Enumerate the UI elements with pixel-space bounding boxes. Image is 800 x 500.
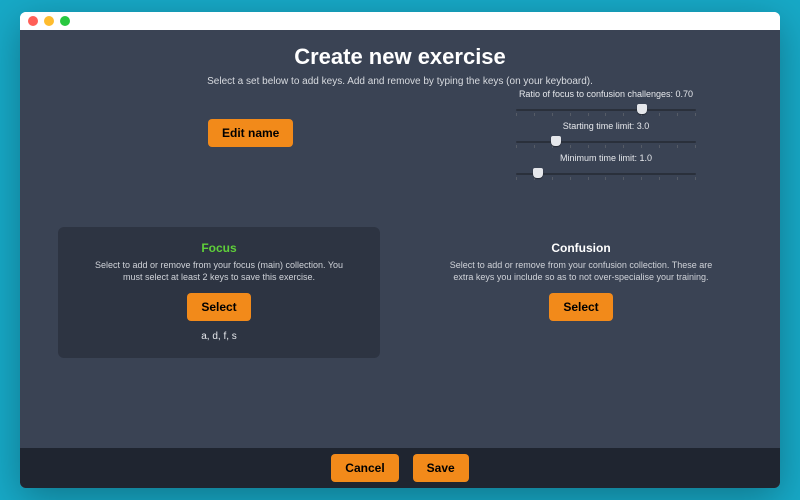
edit-name-button[interactable]: Edit name [208,119,293,147]
top-controls: Edit name Ratio of focus to confusion ch… [20,87,780,217]
content-area: Create new exercise Select a set below t… [20,30,780,488]
start-time-slider[interactable] [516,135,696,149]
focus-description: Select to add or remove from your focus … [84,259,354,283]
confusion-description: Select to add or remove from your confus… [446,259,716,283]
fullscreen-icon[interactable] [60,16,70,26]
start-time-slider-label: Starting time limit: 3.0 [563,121,650,131]
footer-bar: Cancel Save [20,448,780,488]
cancel-button[interactable]: Cancel [331,454,398,482]
save-button[interactable]: Save [413,454,469,482]
focus-title: Focus [201,241,236,255]
focus-card: Focus Select to add or remove from your … [58,227,380,358]
confusion-select-button[interactable]: Select [549,293,612,321]
page-subtitle: Select a set below to add keys. Add and … [20,76,780,87]
min-time-slider[interactable] [516,167,696,181]
app-window: Create new exercise Select a set below t… [20,12,780,488]
ratio-slider-thumb[interactable] [637,104,647,114]
confusion-card: Confusion Select to add or remove from y… [420,227,742,358]
ratio-slider-label: Ratio of focus to confusion challenges: … [519,89,693,99]
minimize-icon[interactable] [44,16,54,26]
confusion-title: Confusion [551,241,610,255]
min-time-slider-thumb[interactable] [533,168,543,178]
slider-group: Ratio of focus to confusion challenges: … [476,89,736,181]
start-time-slider-thumb[interactable] [551,136,561,146]
page-title: Create new exercise [20,44,780,70]
focus-keys: a, d, f, s [201,331,237,342]
min-time-slider-label: Minimum time limit: 1.0 [560,153,652,163]
card-row: Focus Select to add or remove from your … [20,227,780,358]
focus-select-button[interactable]: Select [187,293,250,321]
header: Create new exercise Select a set below t… [20,30,780,87]
close-icon[interactable] [28,16,38,26]
ratio-slider[interactable] [516,103,696,117]
titlebar [20,12,780,30]
